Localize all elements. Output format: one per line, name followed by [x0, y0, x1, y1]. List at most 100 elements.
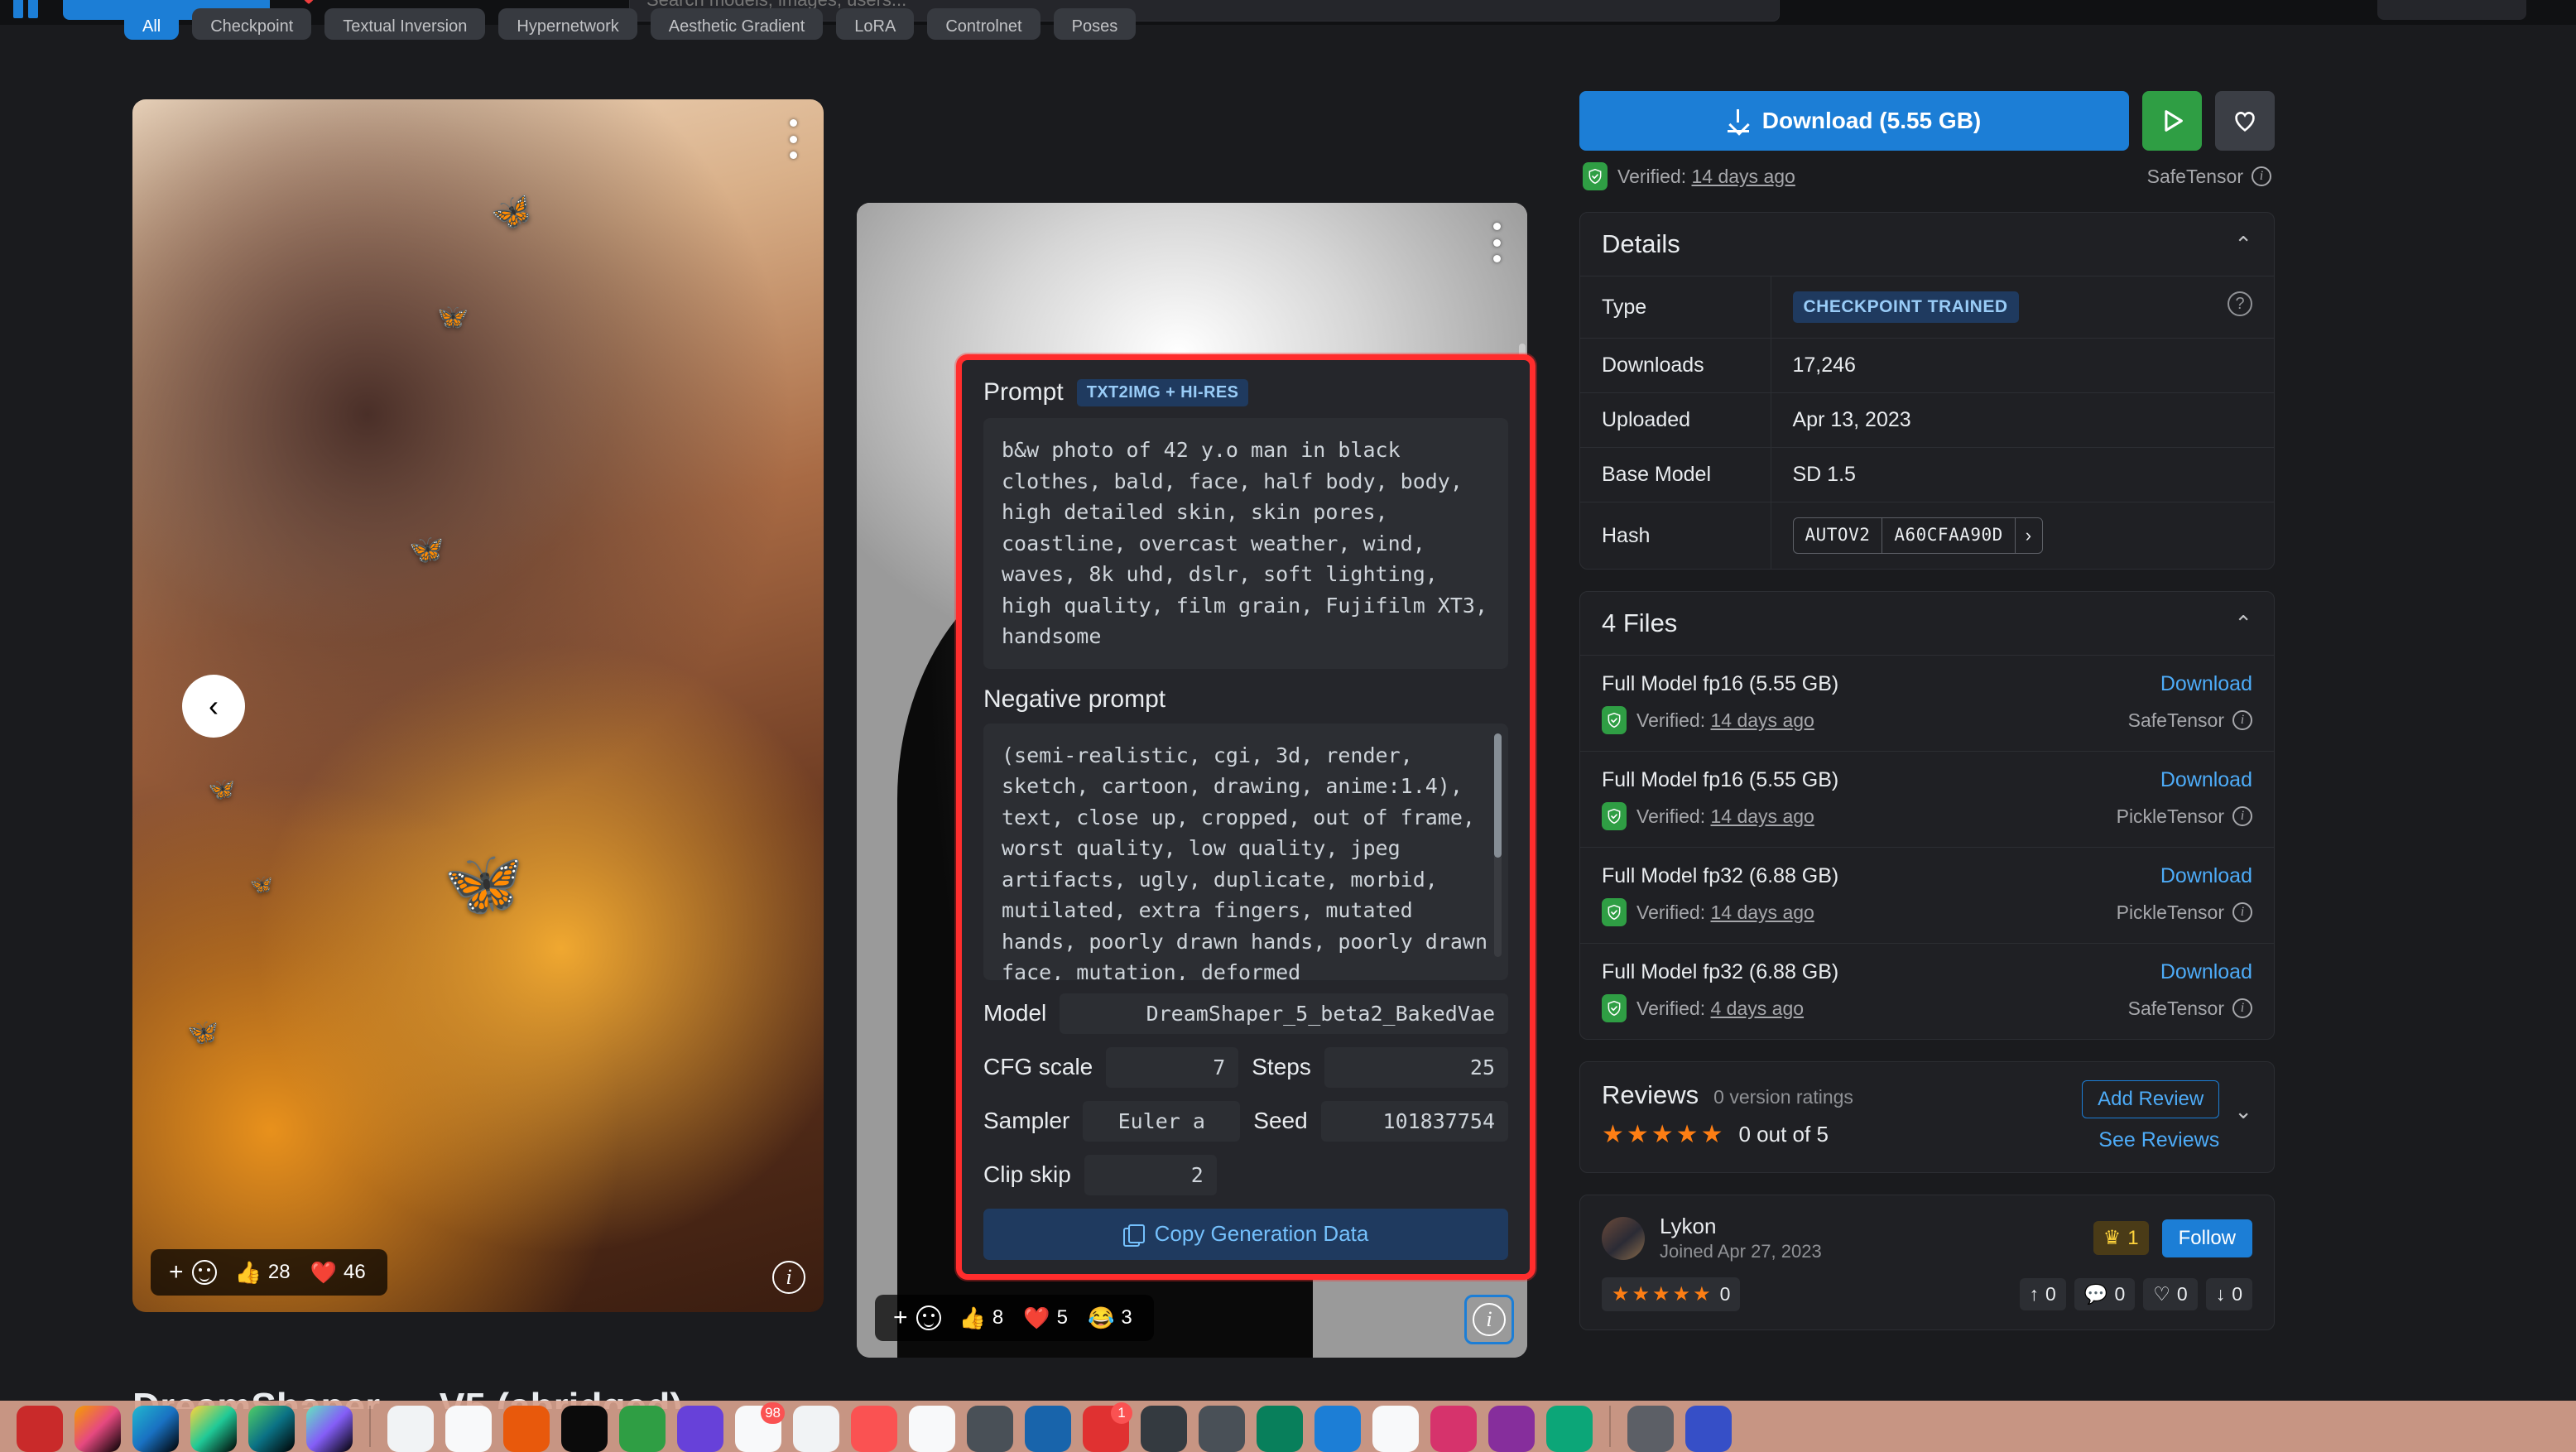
details-row-downloads: Downloads 17,246: [1580, 338, 2274, 393]
pill-lora[interactable]: LoRA: [836, 8, 915, 40]
dock-app-icon[interactable]: [387, 1406, 434, 1452]
chevron-right-icon[interactable]: ›: [2014, 518, 2042, 553]
favorite-button[interactable]: [2215, 91, 2275, 151]
dock-app-icon[interactable]: [74, 1406, 121, 1452]
file-download-link[interactable]: Download: [2160, 768, 2252, 792]
smiley-icon[interactable]: [916, 1305, 941, 1330]
info-icon[interactable]: i: [2232, 902, 2252, 922]
file-download-link[interactable]: Download: [2160, 672, 2252, 696]
stat-comments[interactable]: 💬 0: [2074, 1278, 2136, 1310]
gallery-image-primary[interactable]: 🦋 🦋 🦋 🦋 🦋 🦋 🦋 ‹ + 👍 28 ❤️ 46 i: [132, 99, 824, 1312]
image-options-menu-icon[interactable]: [1484, 218, 1509, 267]
dock-app-icon[interactable]: [1314, 1406, 1361, 1452]
author-name[interactable]: Lykon: [1660, 1214, 1822, 1239]
verified-time[interactable]: 14 days ago: [1692, 166, 1795, 187]
reaction-heart[interactable]: ❤️ 5: [1015, 1306, 1076, 1329]
dock-app-icon[interactable]: [909, 1406, 955, 1452]
reaction-thumbsup[interactable]: 👍 8: [951, 1306, 1012, 1329]
dock-app-icon[interactable]: [1025, 1406, 1071, 1452]
chevron-up-icon[interactable]: ⌃: [2234, 613, 2252, 634]
previous-image-button[interactable]: ‹: [182, 674, 245, 738]
info-icon[interactable]: i: [2232, 710, 2252, 730]
dock-app-icon[interactable]: [1372, 1406, 1419, 1452]
dock-app-icon[interactable]: [1141, 1406, 1187, 1452]
follow-button[interactable]: Follow: [2161, 1219, 2252, 1257]
pill-all[interactable]: All: [124, 8, 180, 40]
run-model-button[interactable]: [2142, 91, 2202, 151]
reaction-thumbsup[interactable]: 👍 28: [227, 1261, 299, 1284]
dock-app-icon[interactable]: [190, 1406, 237, 1452]
file-download-link[interactable]: Download: [2160, 864, 2252, 888]
file-download-link[interactable]: Download: [2160, 960, 2252, 984]
dock-app-icon[interactable]: [1685, 1406, 1732, 1452]
file-verified-time[interactable]: 4 days ago: [1711, 998, 1805, 1019]
negative-prompt-scrollbar[interactable]: [1494, 733, 1502, 957]
dock-app-icon[interactable]: [1430, 1406, 1477, 1452]
info-icon[interactable]: i: [2232, 806, 2252, 826]
chevron-left-icon: ‹: [209, 688, 219, 723]
dock-app-icon[interactable]: [306, 1406, 353, 1452]
dock-app-icon[interactable]: [793, 1406, 839, 1452]
butterfly-decor: 🦋: [443, 847, 524, 921]
pill-hypernetwork[interactable]: Hypernetwork: [498, 8, 637, 40]
details-key: Downloads: [1580, 338, 1771, 393]
stat-likes[interactable]: ♡ 0: [2143, 1278, 2198, 1310]
info-icon[interactable]: i: [2252, 166, 2271, 186]
reaction-laugh[interactable]: 😂 3: [1079, 1306, 1141, 1329]
help-icon[interactable]: ?: [2228, 291, 2252, 316]
image-info-button-highlighted[interactable]: i: [1464, 1295, 1514, 1344]
reaction-bar[interactable]: + 👍 28 ❤️ 46: [151, 1249, 387, 1296]
dock-app-icon[interactable]: [1546, 1406, 1593, 1452]
avatar[interactable]: [1602, 1216, 1645, 1260]
reaction-bar[interactable]: + 👍 8 ❤️ 5 😂 3: [875, 1295, 1154, 1341]
user-menu-button[interactable]: [2377, 0, 2526, 20]
file-verified-time[interactable]: 14 days ago: [1711, 901, 1814, 923]
dock-app-icon[interactable]: [1488, 1406, 1535, 1452]
rating-stars[interactable]: ★★★★★: [1602, 1120, 1725, 1149]
cfg-scale-label: CFG scale: [983, 1054, 1093, 1079]
prompt-text: b&w photo of 42 y.o man in black clothes…: [983, 418, 1508, 669]
dock-app-icon[interactable]: [445, 1406, 492, 1452]
dock-app-icon[interactable]: [17, 1406, 63, 1452]
pill-checkpoint[interactable]: Checkpoint: [192, 8, 312, 40]
files-card-header[interactable]: 4 Files ⌃: [1580, 592, 2274, 655]
pill-controlnet[interactable]: Controlnet: [927, 8, 1040, 40]
details-card-header[interactable]: Details ⌃: [1580, 213, 2274, 276]
dock-app-icon[interactable]: [132, 1406, 179, 1452]
image-info-button[interactable]: i: [772, 1261, 805, 1294]
hash-group[interactable]: AUTOV2 A60CFAA90D ›: [1792, 517, 2043, 554]
pill-poses[interactable]: Poses: [1053, 8, 1137, 40]
menu-grip-icon[interactable]: [13, 0, 50, 18]
clip-skip-label: Clip skip: [983, 1161, 1071, 1187]
dock-app-icon[interactable]: [619, 1406, 666, 1452]
image-options-menu-icon[interactable]: [781, 114, 805, 164]
pill-textual-inversion[interactable]: Textual Inversion: [324, 8, 486, 40]
dock-app-icon[interactable]: [503, 1406, 550, 1452]
see-reviews-link[interactable]: See Reviews: [2098, 1128, 2219, 1152]
dock-app-icon[interactable]: 98: [735, 1402, 785, 1452]
chevron-up-icon[interactable]: ⌃: [2234, 233, 2252, 255]
dock-app-icon[interactable]: [1199, 1406, 1245, 1452]
pill-aesthetic-gradient[interactable]: Aesthetic Gradient: [650, 8, 824, 40]
dock-app-icon[interactable]: [677, 1406, 723, 1452]
dock-app-icon[interactable]: [851, 1406, 897, 1452]
file-verified-time[interactable]: 14 days ago: [1711, 805, 1814, 827]
smiley-icon[interactable]: [191, 1260, 217, 1285]
stat-upvotes[interactable]: ↑ 0: [2019, 1278, 2066, 1310]
cfg-scale-value: 7: [1106, 1046, 1239, 1088]
file-verified-time[interactable]: 14 days ago: [1711, 709, 1814, 731]
reaction-heart[interactable]: ❤️ 46: [302, 1261, 374, 1284]
dock-app-icon[interactable]: [248, 1406, 295, 1452]
download-button[interactable]: Download (5.55 GB): [1579, 91, 2129, 151]
heart-icon[interactable]: [298, 0, 320, 8]
dock-app-icon[interactable]: 1: [1083, 1402, 1132, 1452]
chevron-down-icon[interactable]: ⌄: [2234, 1100, 2252, 1122]
stat-downvotes[interactable]: ↓ 0: [2205, 1278, 2252, 1310]
dock-app-icon[interactable]: [1257, 1406, 1303, 1452]
copy-generation-data-button[interactable]: Copy Generation Data: [983, 1208, 1508, 1260]
dock-app-icon[interactable]: [967, 1406, 1013, 1452]
dock-app-icon[interactable]: [561, 1406, 608, 1452]
info-icon[interactable]: i: [2232, 998, 2252, 1018]
dock-app-icon[interactable]: [1627, 1406, 1674, 1452]
add-review-button[interactable]: Add Review: [2082, 1080, 2220, 1118]
